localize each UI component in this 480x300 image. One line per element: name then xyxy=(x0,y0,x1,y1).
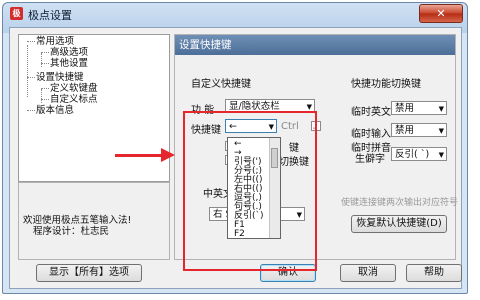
tree-connector xyxy=(41,99,49,100)
temp-input-value: 禁用 xyxy=(395,125,415,136)
temp-english-select[interactable]: 禁用 ▼ xyxy=(391,101,447,115)
tree-item-other[interactable]: 其他设置 xyxy=(50,58,88,69)
window-title: 极点设置 xyxy=(28,9,72,22)
tree-item-advanced[interactable]: 高级选项 xyxy=(50,47,88,58)
tree-item-hotkeys[interactable]: 设置快捷键 xyxy=(36,72,84,83)
tree-connector xyxy=(41,53,42,67)
chevron-down-icon: ▼ xyxy=(438,151,444,159)
annotation-arrow-icon xyxy=(161,148,175,162)
tree-connector xyxy=(41,52,49,53)
tree-connector xyxy=(41,89,42,103)
tree-connector xyxy=(41,88,49,89)
tree-connector xyxy=(27,110,35,111)
tree-item-common[interactable]: 常用选项 xyxy=(36,36,74,47)
temp-english-label: 临时英文 xyxy=(351,107,391,118)
settings-window: 极 极点设置 ✕ 常用选项 高级选项 其他设置 设置快捷键 定义软键盘 自定义标… xyxy=(2,2,468,294)
tree-connector xyxy=(27,41,35,42)
pinyin-label: 临时拼音 生僻字 xyxy=(351,143,391,165)
author-line: 程序设计：杜志民 xyxy=(33,226,110,237)
temp-input-select[interactable]: 禁用 ▼ xyxy=(391,123,447,137)
panel-title: 设置快捷键 xyxy=(175,35,455,55)
custom-hotkey-group-title: 自定义快捷键 xyxy=(191,79,251,90)
title-bar: 极 极点设置 ✕ xyxy=(3,3,467,25)
annotation-highlight-box xyxy=(183,111,317,271)
annotation-arrow-shaft xyxy=(115,154,165,157)
temp-input-label: 临时输入 xyxy=(351,129,391,140)
show-all-options-button[interactable]: 显示【所有】选项 xyxy=(36,264,142,282)
tree-item-soft-keyboard[interactable]: 定义软键盘 xyxy=(50,83,98,94)
close-button[interactable]: ✕ xyxy=(419,4,463,23)
welcome-text: 欢迎使用极点五笔输入法! 程序设计：杜志民 xyxy=(23,215,131,237)
switch-group-title: 快捷功能切换键 xyxy=(351,79,421,90)
pinyin-label-line: 生僻字 xyxy=(355,154,385,165)
help-button[interactable]: 帮助 xyxy=(406,264,462,282)
double-press-note: 使键连接键两次输出对应符号 xyxy=(341,198,459,208)
tree-connector xyxy=(41,63,49,64)
restore-default-hotkeys-button[interactable]: 恢复默认快捷键(D) xyxy=(351,215,447,233)
pinyin-value: 反引( `) xyxy=(395,149,430,160)
settings-tree[interactable]: 常用选项 高级选项 其他设置 设置快捷键 定义软键盘 自定义标点 版本信息 xyxy=(18,34,170,182)
chevron-down-icon: ▼ xyxy=(438,127,444,135)
tree-item-version[interactable]: 版本信息 xyxy=(36,105,74,116)
pinyin-select[interactable]: 反引( `) ▼ xyxy=(391,147,447,161)
chevron-down-icon: ▼ xyxy=(438,105,444,113)
app-icon: 极 xyxy=(10,7,23,20)
temp-english-value: 禁用 xyxy=(395,103,415,114)
cancel-button[interactable]: 取消 xyxy=(340,264,396,282)
tree-item-punctuation[interactable]: 自定义标点 xyxy=(50,94,98,105)
welcome-line: 欢迎使用极点五笔输入法! xyxy=(23,215,132,226)
pinyin-label-line: 临时拼音 xyxy=(351,143,391,154)
welcome-panel: 欢迎使用极点五笔输入法! 程序设计：杜志民 xyxy=(18,182,170,260)
tree-connector xyxy=(27,45,28,97)
tree-connector xyxy=(27,77,35,78)
